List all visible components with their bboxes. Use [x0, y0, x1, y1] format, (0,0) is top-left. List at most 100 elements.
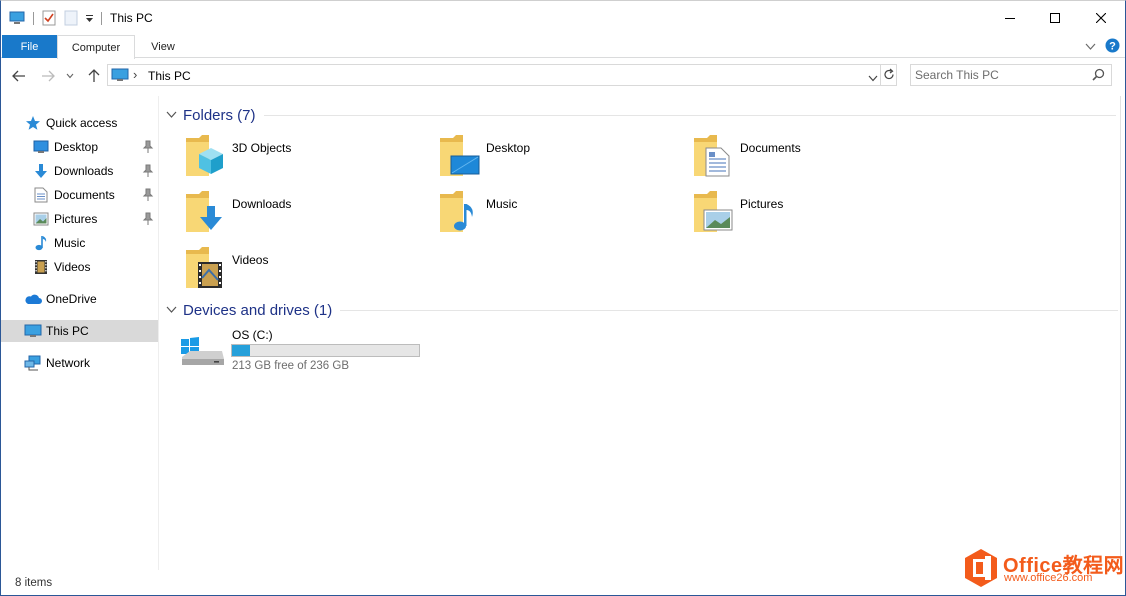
- desktop-folder-icon: [439, 134, 489, 184]
- sidebar-item-network[interactable]: Network: [1, 352, 158, 374]
- recent-locations-chevron-icon[interactable]: [63, 66, 77, 86]
- sidebar-item-label: Downloads: [54, 164, 114, 178]
- forward-button[interactable]: [38, 66, 58, 86]
- search-input[interactable]: [915, 67, 1085, 83]
- drive-usage-fill: [232, 345, 251, 356]
- drive-name: OS (C:): [232, 328, 273, 342]
- explorer-window: This PC File Computer View ? › This PC S…: [0, 0, 1126, 596]
- search-icon[interactable]: [1092, 68, 1105, 84]
- folder-tile-desktop[interactable]: Desktop: [439, 134, 689, 184]
- folders-group-header[interactable]: Folders (7): [166, 104, 1116, 126]
- scrollbar-track[interactable]: [1120, 96, 1125, 570]
- up-button[interactable]: [84, 66, 104, 86]
- folder-name: Music: [486, 197, 518, 211]
- documents-folder-icon: [693, 134, 743, 184]
- folders-group-title: Folders (7): [183, 106, 256, 124]
- sidebar-item-label: Documents: [54, 188, 115, 202]
- sidebar-item-label: This PC: [46, 324, 89, 338]
- breadcrumb-this-pc[interactable]: This PC: [148, 69, 191, 83]
- pin-icon[interactable]: [142, 164, 154, 178]
- sidebar-item-music[interactable]: Music: [1, 232, 158, 254]
- sidebar-item-videos[interactable]: Videos: [1, 256, 158, 278]
- sidebar-item-this-pc[interactable]: This PC: [1, 320, 158, 342]
- sidebar-item-onedrive[interactable]: OneDrive: [1, 288, 158, 310]
- breadcrumb-separator[interactable]: ›: [133, 67, 137, 82]
- desktop-icon: [33, 140, 49, 157]
- film-icon: [34, 259, 48, 278]
- sidebar-item-label: Desktop: [54, 140, 99, 154]
- expand-ribbon-chevron-icon[interactable]: [1085, 40, 1096, 54]
- this-pc-icon[interactable]: [9, 9, 25, 27]
- sidebar-item-label: OneDrive: [46, 292, 97, 306]
- sidebar-item-downloads[interactable]: Downloads: [1, 160, 158, 182]
- 3d-objects-folder-icon: [185, 134, 235, 184]
- collapse-chevron-icon[interactable]: [166, 108, 177, 122]
- computer-icon: [24, 324, 42, 341]
- watermark: Office教程网 www.office26.com: [963, 546, 1124, 591]
- drive-free-space: 213 GB free of 236 GB: [232, 360, 349, 372]
- folder-name: Desktop: [486, 141, 531, 155]
- navigation-bar: › This PC: [1, 59, 1125, 93]
- window-title: This PC: [110, 11, 153, 25]
- computer-icon: [111, 68, 129, 85]
- network-icon: [24, 355, 42, 374]
- folder-tile-pictures[interactable]: Pictures: [693, 190, 943, 240]
- downloads-folder-icon: [185, 190, 235, 240]
- address-history-chevron-icon[interactable]: [868, 71, 878, 85]
- folder-tile-videos[interactable]: Videos: [185, 246, 435, 296]
- help-icon[interactable]: ?: [1105, 38, 1120, 56]
- close-button[interactable]: [1078, 1, 1124, 35]
- sidebar-item-label: Pictures: [54, 212, 98, 226]
- sidebar-item-label: Music: [54, 236, 86, 250]
- office-logo-icon: [963, 548, 999, 591]
- address-bar[interactable]: › This PC: [107, 64, 897, 86]
- pin-icon[interactable]: [142, 140, 154, 154]
- folder-name: Downloads: [232, 197, 292, 211]
- group-divider: [340, 309, 1119, 311]
- sidebar-item-label: Videos: [54, 260, 91, 274]
- sidebar-item-documents[interactable]: Documents: [1, 184, 158, 206]
- properties-icon[interactable]: [41, 9, 57, 27]
- item-count: 8 items: [15, 577, 53, 589]
- pictures-folder-icon: [693, 190, 743, 240]
- drive-tile-os-c[interactable]: OS (C:) 213 GB free of 236 GB: [180, 325, 440, 375]
- refresh-icon[interactable]: [883, 68, 895, 84]
- pin-icon[interactable]: [142, 188, 154, 202]
- minimize-button[interactable]: [987, 1, 1033, 35]
- customize-toolbar-chevron-icon[interactable]: [85, 9, 94, 27]
- folder-tile-music[interactable]: Music: [439, 190, 689, 240]
- maximize-button[interactable]: [1032, 1, 1078, 35]
- tab-file[interactable]: File: [2, 35, 57, 58]
- devices-group-title: Devices and drives (1): [183, 301, 333, 319]
- download-arrow-icon: [33, 163, 49, 182]
- back-button[interactable]: [9, 66, 29, 86]
- tab-computer[interactable]: Computer: [57, 35, 135, 59]
- sidebar-item-label: Network: [46, 356, 91, 370]
- sidebar-item-quick-access[interactable]: Quick access: [1, 112, 158, 134]
- search-box[interactable]: [910, 64, 1112, 86]
- folder-name: 3D Objects: [232, 141, 292, 155]
- folder-name: Pictures: [740, 197, 784, 211]
- sidebar-item-label: Quick access: [46, 116, 118, 130]
- sidebar-item-desktop[interactable]: Desktop: [1, 136, 158, 158]
- watermark-url: www.office26.com: [1004, 572, 1093, 584]
- music-note-icon: [34, 235, 48, 254]
- pin-icon[interactable]: [142, 212, 154, 226]
- folder-name: Documents: [740, 141, 801, 155]
- devices-group-header[interactable]: Devices and drives (1): [166, 299, 1119, 321]
- folder-tile-3d-objects[interactable]: 3D Objects: [185, 134, 435, 184]
- folder-tile-documents[interactable]: Documents: [693, 134, 943, 184]
- navigation-pane: Quick access Desktop Downloads Documents: [1, 96, 159, 570]
- folder-tile-downloads[interactable]: Downloads: [185, 190, 435, 240]
- hard-drive-icon: [180, 337, 226, 372]
- tab-view[interactable]: View: [135, 35, 191, 58]
- new-folder-icon[interactable]: [64, 9, 78, 27]
- group-divider: [263, 114, 1116, 116]
- document-icon: [34, 187, 48, 206]
- star-icon: [25, 115, 41, 134]
- sidebar-item-pictures[interactable]: Pictures: [1, 208, 158, 230]
- videos-folder-icon: [185, 246, 235, 296]
- pictures-icon: [33, 212, 49, 229]
- ribbon-tabs: File Computer View ?: [1, 35, 1125, 59]
- collapse-chevron-icon[interactable]: [166, 303, 177, 317]
